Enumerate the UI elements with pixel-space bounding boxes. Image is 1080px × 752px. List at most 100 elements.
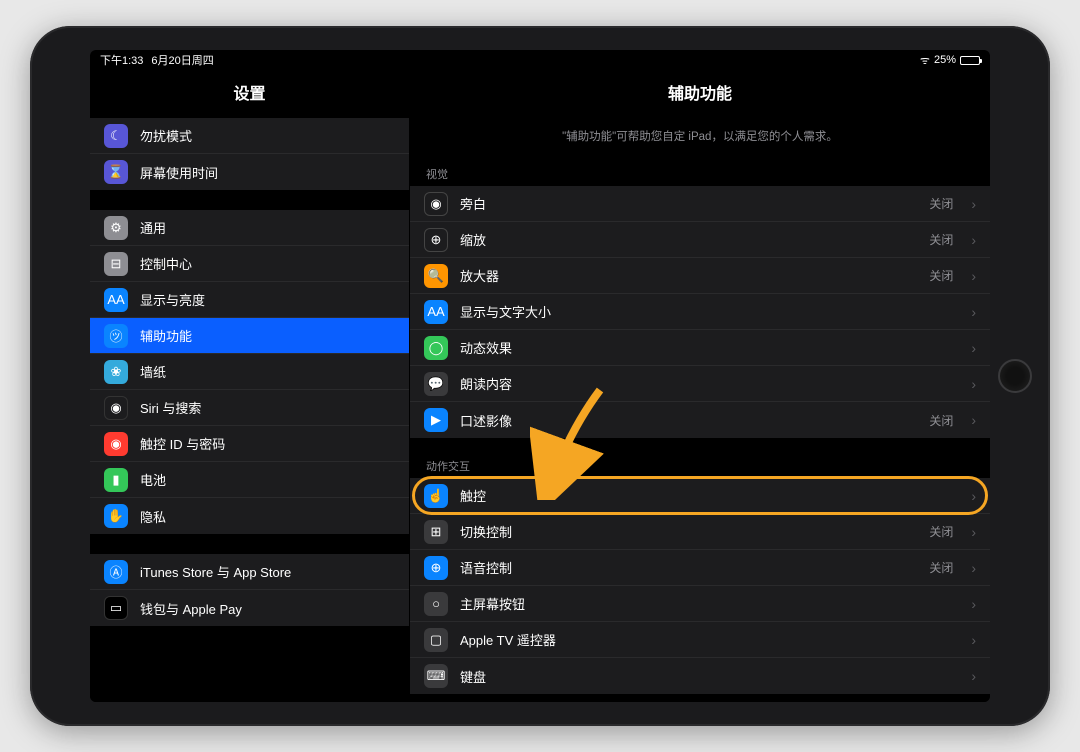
chevron-right-icon: › xyxy=(971,268,976,284)
sidebar-item-appstore[interactable]: ⒶiTunes Store 与 App Store xyxy=(90,554,409,590)
text-icon: AA xyxy=(424,300,448,324)
section-header: 动作交互 xyxy=(410,452,990,478)
sidebar-item-label: 控制中心 xyxy=(140,254,192,273)
section-header: 视觉 xyxy=(410,160,990,186)
chevron-right-icon: › xyxy=(971,340,976,356)
detail-row-status: 关闭 xyxy=(929,195,953,212)
touchid-icon: ◉ xyxy=(104,432,128,456)
sidebar-item-label: 触控 ID 与密码 xyxy=(140,434,225,453)
detail-pane[interactable]: 辅助功能 "辅助功能"可帮助您自定 iPad，以满足您的个人需求。 视觉◉旁白关… xyxy=(410,70,990,702)
chevron-right-icon: › xyxy=(971,196,976,212)
sidebar-item-label: 通用 xyxy=(140,218,166,237)
chevron-right-icon: › xyxy=(971,668,976,684)
settings-sidebar[interactable]: 设置 ☾勿扰模式⌛屏幕使用时间 ⚙通用⊟控制中心AA显示与亮度㋡辅助功能❀墙纸◉… xyxy=(90,70,410,702)
siri-icon: ◉ xyxy=(104,396,128,420)
wallet-icon: ▭ xyxy=(104,596,128,620)
detail-row-speak[interactable]: 💬 朗读内容 › xyxy=(410,366,990,402)
detail-row-motion[interactable]: ◯动态效果› xyxy=(410,330,990,366)
speak-icon: 💬 xyxy=(424,372,448,396)
detail-row-voice[interactable]: ⊕ 语音控制 关闭 › xyxy=(410,550,990,586)
home-button[interactable] xyxy=(998,359,1032,393)
sidebar-item-battery[interactable]: ▮电池 xyxy=(90,462,409,498)
detail-row-status: 关闭 xyxy=(929,231,953,248)
detail-row-text[interactable]: AA显示与文字大小› xyxy=(410,294,990,330)
moon-icon: ☾ xyxy=(104,124,128,148)
sidebar-item-label: iTunes Store 与 App Store xyxy=(140,562,291,581)
sidebar-item-label: 勿扰模式 xyxy=(140,126,192,145)
detail-row-desc[interactable]: ▶口述影像关闭› xyxy=(410,402,990,438)
detail-row-label: 主屏幕按钮 xyxy=(460,594,525,613)
detail-row-status: 关闭 xyxy=(929,559,953,576)
sidebar-group-2: ⚙通用⊟控制中心AA显示与亮度㋡辅助功能❀墙纸◉Siri 与搜索◉触控 ID 与… xyxy=(90,210,409,534)
detail-row-label: 放大器 xyxy=(460,266,499,285)
sidebar-item-label: 钱包与 Apple Pay xyxy=(140,599,242,618)
sidebar-item-privacy[interactable]: ✋ 隐私 xyxy=(90,498,409,534)
detail-row-status: 关闭 xyxy=(929,412,953,429)
status-time: 下午1:33 xyxy=(100,52,143,68)
chevron-right-icon: › xyxy=(971,412,976,428)
sidebar-item-touchid[interactable]: ◉ 触控 ID 与密码 xyxy=(90,426,409,462)
detail-row-touch[interactable]: ☝触控› xyxy=(410,478,990,514)
detail-group: ☝触控›⊞切换控制关闭›⊕语音控制关闭›○主屏幕按钮›▢Apple TV 遥控器… xyxy=(410,478,990,694)
detail-row-label: 显示与文字大小 xyxy=(460,302,551,321)
sliders-icon: ⊟ xyxy=(104,252,128,276)
voice-icon: ⊕ xyxy=(424,556,448,580)
sidebar-item-wallet[interactable]: ▭ 钱包与 Apple Pay xyxy=(90,590,409,626)
sidebar-item-label: 辅助功能 xyxy=(140,326,192,345)
status-date: 6月20日周四 xyxy=(151,52,213,68)
detail-row-label: 口述影像 xyxy=(460,411,512,430)
chevron-right-icon: › xyxy=(971,632,976,648)
display-icon: AA xyxy=(104,288,128,312)
detail-row-mag[interactable]: 🔍放大器关闭› xyxy=(410,258,990,294)
sidebar-item-label: 隐私 xyxy=(140,507,166,526)
detail-row-label: 缩放 xyxy=(460,230,486,249)
detail-title: 辅助功能 xyxy=(410,70,990,118)
sidebar-item-screentime[interactable]: ⌛ 屏幕使用时间 xyxy=(90,154,409,190)
detail-row-label: 键盘 xyxy=(460,667,486,686)
kb-icon: ⌨ xyxy=(424,664,448,688)
detail-row-label: 语音控制 xyxy=(460,558,512,577)
sidebar-item-display[interactable]: AA显示与亮度 xyxy=(90,282,409,318)
sidebar-item-wallpaper[interactable]: ❀墙纸 xyxy=(90,354,409,390)
detail-row-voiceover[interactable]: ◉旁白关闭› xyxy=(410,186,990,222)
sidebar-item-general[interactable]: ⚙通用 xyxy=(90,210,409,246)
detail-row-tv[interactable]: ▢ Apple TV 遥控器 › xyxy=(410,622,990,658)
privacy-icon: ✋ xyxy=(104,504,128,528)
detail-row-switch[interactable]: ⊞切换控制关闭› xyxy=(410,514,990,550)
battery-icon xyxy=(960,56,980,65)
detail-row-kb[interactable]: ⌨ 键盘 › xyxy=(410,658,990,694)
detail-row-label: 动态效果 xyxy=(460,338,512,357)
highlight-ring xyxy=(412,476,988,515)
detail-row-home[interactable]: ○主屏幕按钮› xyxy=(410,586,990,622)
chevron-right-icon: › xyxy=(971,488,976,504)
appstore-icon: Ⓐ xyxy=(104,560,128,584)
chevron-right-icon: › xyxy=(971,560,976,576)
sidebar-group-1: ☾ 勿扰模式 ⌛ 屏幕使用时间 xyxy=(90,118,409,190)
chevron-right-icon: › xyxy=(971,596,976,612)
sidebar-item-siri[interactable]: ◉Siri 与搜索 xyxy=(90,390,409,426)
ipad-frame: 下午1:33 6月20日周四 ᯤ 25% 设置 ☾勿扰模式⌛屏幕使用时间 ⚙通用… xyxy=(30,26,1050,726)
access-icon: ㋡ xyxy=(104,324,128,348)
detail-row-status: 关闭 xyxy=(929,523,953,540)
detail-group: ◉旁白关闭›⊕缩放关闭›🔍放大器关闭›AA显示与文字大小›◯动态效果›💬朗读内容… xyxy=(410,186,990,438)
sidebar-item-accessibility[interactable]: ㋡辅助功能 xyxy=(90,318,409,354)
screen: 下午1:33 6月20日周四 ᯤ 25% 设置 ☾勿扰模式⌛屏幕使用时间 ⚙通用… xyxy=(90,50,990,702)
detail-row-label: 切换控制 xyxy=(460,522,512,541)
sidebar-item-controlcenter[interactable]: ⊟ 控制中心 xyxy=(90,246,409,282)
sidebar-item-label: 电池 xyxy=(140,470,166,489)
status-battery-pct: 25% xyxy=(934,54,956,66)
detail-row-zoom[interactable]: ⊕缩放关闭› xyxy=(410,222,990,258)
detail-row-label: 朗读内容 xyxy=(460,374,512,393)
hourglass-icon: ⌛ xyxy=(104,160,128,184)
touch-icon: ☝ xyxy=(424,484,448,508)
chevron-right-icon: › xyxy=(971,376,976,392)
tv-icon: ▢ xyxy=(424,628,448,652)
chevron-right-icon: › xyxy=(971,232,976,248)
chevron-right-icon: › xyxy=(971,524,976,540)
wifi-icon: ᯤ xyxy=(920,53,930,68)
sidebar-item-dnd[interactable]: ☾ 勿扰模式 xyxy=(90,118,409,154)
sidebar-item-label: 屏幕使用时间 xyxy=(140,163,218,182)
detail-description: "辅助功能"可帮助您自定 iPad，以满足您的个人需求。 xyxy=(410,118,990,160)
detail-row-label: Apple TV 遥控器 xyxy=(460,630,556,649)
mag-icon: 🔍 xyxy=(424,264,448,288)
